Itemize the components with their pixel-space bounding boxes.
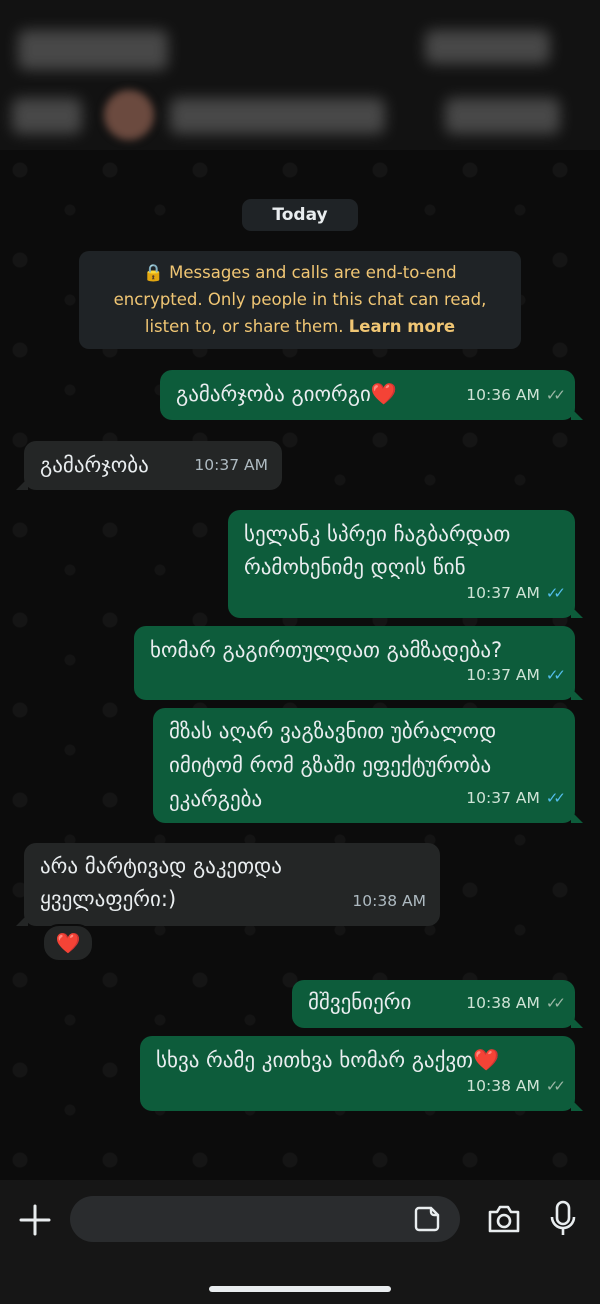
message-meta: 10:37 AM ✓✓ xyxy=(466,782,566,815)
message-meta: 10:38 AM ✓✓ xyxy=(466,1070,566,1103)
home-indicator xyxy=(209,1286,391,1292)
avatar[interactable] xyxy=(104,90,154,140)
lock-icon: 🔒 xyxy=(143,263,164,282)
message-time: 10:37 AM xyxy=(466,666,540,684)
chat-header xyxy=(0,0,600,150)
message-bubble[interactable]: მშვენიერი 10:38 AM ✓✓ xyxy=(292,980,583,1028)
double-check-icon: ✓✓ xyxy=(545,386,566,404)
contact-name-blurred[interactable] xyxy=(170,98,385,134)
message-meta: 10:37 AM xyxy=(194,449,268,482)
message-bubble[interactable]: მზას აღარ ვაგზავნით უბრალოდ იმიტომ რომ გ… xyxy=(153,708,583,823)
message-meta: 10:38 AM xyxy=(352,885,426,918)
camera-icon[interactable] xyxy=(486,1203,522,1235)
date-separator: Today xyxy=(242,199,358,231)
back-button[interactable] xyxy=(12,98,82,134)
double-check-icon: ✓✓ xyxy=(545,789,566,807)
call-buttons-blurred[interactable] xyxy=(445,98,560,134)
message-time: 10:37 AM xyxy=(466,584,540,602)
learn-more-link[interactable]: Learn more xyxy=(349,317,455,336)
message-text-line: სელანკ სპრეი ჩაგბარდათ xyxy=(244,522,511,546)
message-text-line: იმიტომ რომ გზაში ეფექტურობა xyxy=(169,753,492,777)
message-text-line: მზას აღარ ვაგზავნით უბრალოდ xyxy=(169,719,497,743)
double-check-icon: ✓✓ xyxy=(545,994,566,1012)
message-bubble[interactable]: გამარჯობა გიორგი❤️ 10:36 AM ✓✓ xyxy=(160,370,583,420)
message-time: 10:38 AM xyxy=(352,892,426,910)
status-bar-time-blurred xyxy=(18,30,168,70)
message-time: 10:37 AM xyxy=(466,789,540,807)
message-meta: 10:38 AM ✓✓ xyxy=(466,987,566,1020)
message-bubble[interactable]: სხვა რამე კითხვა ხომარ გაქვთ❤️ 10:38 AM ✓… xyxy=(140,1036,583,1111)
message-meta: 10:37 AM ✓✓ xyxy=(466,659,566,692)
message-bubble[interactable]: გამარჯობა 10:37 AM xyxy=(16,441,282,490)
double-check-icon: ✓✓ xyxy=(545,666,566,684)
message-text: სელანკ სპრეი ჩაგბარდათ რამოხენიმე დღის წ… xyxy=(228,510,575,584)
date-label: Today xyxy=(272,205,328,225)
notice-line-1: 🔒 Messages and calls are end-to-end xyxy=(143,263,457,282)
double-check-icon: ✓✓ xyxy=(545,1077,566,1095)
message-text-line: არა მარტივად გაკეთდა xyxy=(40,854,282,878)
microphone-icon[interactable] xyxy=(550,1200,576,1238)
message-time: 10:37 AM xyxy=(194,456,268,474)
message-bubble[interactable]: არა მარტივად გაკეთდა ყველაფერი:) 10:38 A… xyxy=(16,843,440,926)
reaction-badge[interactable]: ❤️ xyxy=(42,924,94,962)
message-time: 10:38 AM xyxy=(466,1077,540,1095)
notice-line-3: listen to, or share them. Learn more xyxy=(144,317,456,336)
message-time: 10:36 AM xyxy=(466,386,540,404)
message-bubble[interactable]: ხომარ გაგირთულდათ გამზადება? 10:37 AM ✓✓ xyxy=(134,626,583,700)
message-time: 10:38 AM xyxy=(466,994,540,1012)
message-meta: 10:37 AM ✓✓ xyxy=(466,577,566,610)
message-bubble[interactable]: სელანკ სპრეი ჩაგბარდათ რამოხენიმე დღის წ… xyxy=(228,510,583,618)
notice-line-2: encrypted. Only people in this chat can … xyxy=(113,290,487,309)
heart-icon: ❤️ xyxy=(55,931,81,955)
message-meta: 10:36 AM ✓✓ xyxy=(466,379,566,412)
sticker-icon[interactable] xyxy=(413,1205,441,1233)
status-bar-icons-blurred xyxy=(425,30,550,64)
plus-icon[interactable] xyxy=(18,1203,52,1237)
double-check-icon: ✓✓ xyxy=(545,584,566,602)
message-input[interactable] xyxy=(70,1196,460,1242)
encryption-notice[interactable]: 🔒 Messages and calls are end-to-end encr… xyxy=(79,251,521,349)
